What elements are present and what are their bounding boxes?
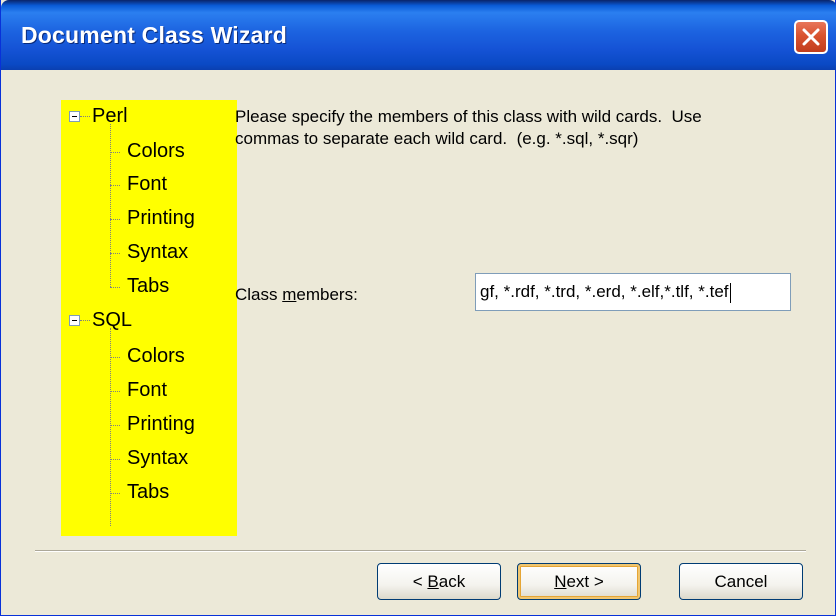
tree-item-label: Syntax xyxy=(127,241,189,263)
instructions-line-1: Please specify the members of this class… xyxy=(235,107,702,126)
class-members-input[interactable]: gf, *.rdf, *.trd, *.erd, *.elf,*.tlf, *.… xyxy=(475,273,791,311)
close-button[interactable] xyxy=(794,20,828,54)
text-caret xyxy=(729,282,731,303)
button-text: ext > xyxy=(566,572,604,591)
wizard-body: Perl Colors Font Printing Syntax Tabs SQ… xyxy=(5,70,832,611)
tree-connector xyxy=(80,116,90,117)
button-accelerator: B xyxy=(427,572,439,591)
tree-item-perl-colors[interactable]: Colors xyxy=(61,135,237,168)
tree-item-perl-font[interactable]: Font xyxy=(61,168,237,201)
tree-item-label: Printing xyxy=(127,207,195,229)
tree-item-label: Printing xyxy=(127,413,195,435)
tree-connector xyxy=(110,253,120,254)
button-accelerator: N xyxy=(554,572,567,591)
instructions-text: Please specify the members of this class… xyxy=(235,106,795,150)
tree-node-perl[interactable]: Perl xyxy=(61,100,237,133)
tree-connector xyxy=(110,391,120,392)
tree-item-label: Font xyxy=(127,173,168,195)
close-icon xyxy=(802,28,820,46)
tree-node-label: SQL xyxy=(92,309,133,331)
next-button[interactable]: Next > xyxy=(517,563,641,600)
button-text: ack xyxy=(438,572,466,591)
back-button[interactable]: < Back xyxy=(377,563,501,600)
tree-item-label: Tabs xyxy=(127,275,170,297)
tree-item-label: Colors xyxy=(127,345,185,367)
tree-connector xyxy=(110,185,120,186)
tree-item-label: Colors xyxy=(127,140,185,162)
tree-item-sql-syntax[interactable]: Syntax xyxy=(61,442,237,475)
tree-connector xyxy=(110,425,120,426)
class-members-value: gf, *.rdf, *.trd, *.erd, *.elf,*.tlf, *.… xyxy=(480,282,729,301)
tree-item-sql-printing[interactable]: Printing xyxy=(61,408,237,441)
label-accelerator: m xyxy=(282,285,297,304)
tree-connector xyxy=(110,152,120,153)
title-bar[interactable]: Document Class Wizard xyxy=(1,0,836,70)
tree-item-label: Font xyxy=(127,379,168,401)
tree-connector xyxy=(110,493,120,494)
tree-connector xyxy=(110,287,120,288)
label-text: embers: xyxy=(296,285,358,304)
label-text: Class xyxy=(235,285,283,304)
category-tree: Perl Colors Font Printing Syntax Tabs SQ… xyxy=(61,100,237,536)
tree-item-label: Syntax xyxy=(127,447,189,469)
tree-item-perl-tabs[interactable]: Tabs xyxy=(61,270,237,303)
cancel-button[interactable]: Cancel xyxy=(679,563,803,600)
tree-item-sql-colors[interactable]: Colors xyxy=(61,340,237,373)
tree-connector xyxy=(80,320,90,321)
separator-line xyxy=(35,550,806,552)
tree-item-perl-printing[interactable]: Printing xyxy=(61,202,237,235)
class-members-label: Class members: xyxy=(235,285,358,305)
tree-connector xyxy=(110,219,120,220)
collapse-icon[interactable] xyxy=(69,111,80,122)
tree-item-label: Tabs xyxy=(127,481,170,503)
wizard-window: Document Class Wizard Perl Colors Font P… xyxy=(0,0,836,616)
tree-node-sql[interactable]: SQL xyxy=(61,304,237,337)
tree-item-sql-font[interactable]: Font xyxy=(61,374,237,407)
tree-item-sql-tabs[interactable]: Tabs xyxy=(61,476,237,509)
tree-connector xyxy=(110,459,120,460)
tree-item-perl-syntax[interactable]: Syntax xyxy=(61,236,237,269)
instructions-line-2: commas to separate each wild card. (e.g.… xyxy=(235,129,639,148)
tree-connector xyxy=(110,357,120,358)
collapse-icon[interactable] xyxy=(69,315,80,326)
window-title: Document Class Wizard xyxy=(21,22,287,48)
button-text: < xyxy=(412,572,428,591)
